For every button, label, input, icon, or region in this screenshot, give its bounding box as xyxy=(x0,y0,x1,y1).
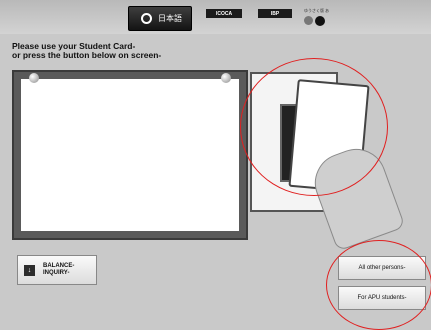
language-icon xyxy=(141,13,152,24)
instruction-text: Please use your Student Card- or press t… xyxy=(12,42,161,60)
display-toggle[interactable] xyxy=(304,16,328,26)
top-bar: 日本語 ICOCA IBP ゆうさく版 あ xyxy=(0,0,431,34)
language-button-label: 日本語 xyxy=(158,14,182,23)
toggle-dot-off xyxy=(304,16,313,25)
icoca-tag: ICOCA xyxy=(206,9,242,18)
language-button[interactable]: 日本語 xyxy=(128,6,192,31)
down-arrow-icon: ↓ xyxy=(24,264,35,276)
instruction-line-2: or press the button below on screen- xyxy=(12,50,162,60)
balance-inquiry-button[interactable]: ↓ BALANCE- INQUIRY- xyxy=(17,255,97,285)
balance-line-2: INQUIRY- xyxy=(43,270,70,276)
pin-icon xyxy=(29,73,39,83)
card-reader-highlight-circle xyxy=(240,58,388,196)
display-area xyxy=(21,73,239,231)
pin-icon xyxy=(221,73,231,83)
toggle-label: ゆうさく版 あ xyxy=(304,8,330,13)
toggle-dot-on xyxy=(315,16,325,26)
buttons-highlight-circle xyxy=(326,240,431,330)
ibp-tag: IBP xyxy=(258,9,292,18)
balance-inquiry-label: BALANCE- INQUIRY- xyxy=(43,263,74,277)
display-panel xyxy=(12,70,248,240)
balance-line-1: BALANCE- xyxy=(43,263,75,269)
